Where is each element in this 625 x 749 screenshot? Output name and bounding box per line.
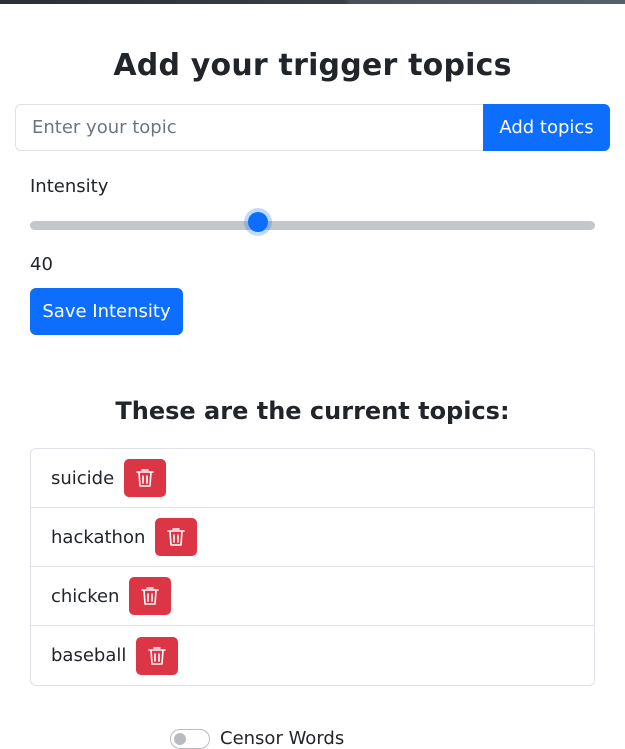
delete-topic-button[interactable]: [155, 518, 198, 556]
topic-input[interactable]: [15, 104, 483, 151]
topic-label: chicken: [51, 585, 120, 607]
delete-topic-button[interactable]: [129, 577, 172, 615]
toggle-knob: [174, 732, 186, 745]
trash-icon: [148, 646, 167, 665]
topic-item: hackathon: [31, 508, 594, 567]
add-topics-button[interactable]: Add topics: [483, 104, 610, 151]
intensity-value: 40: [30, 254, 53, 275]
topic-label: baseball: [51, 645, 127, 666]
topic-input-group: Add topics: [15, 104, 610, 151]
page-title: Add your trigger topics: [113, 48, 512, 83]
trash-icon: [141, 587, 160, 605]
topic-item: baseball: [31, 626, 594, 685]
topic-item: chicken: [31, 567, 594, 626]
intensity-slider-track[interactable]: [30, 221, 595, 230]
censor-words-toggle[interactable]: [170, 728, 210, 749]
trash-icon: [167, 528, 186, 546]
topic-label: hackathon: [51, 526, 146, 548]
censor-words-label: Censor Words: [220, 728, 345, 749]
delete-topic-button[interactable]: [124, 459, 167, 497]
censor-words-toggle-row: Censor Words: [170, 728, 344, 749]
topic-label: suicide: [51, 467, 115, 489]
browser-top-bar: [0, 0, 625, 4]
intensity-label: Intensity: [30, 176, 109, 197]
topic-list: suicide hackathon chicken baseball: [30, 448, 595, 686]
intensity-slider-thumb[interactable]: [248, 212, 268, 232]
save-intensity-button[interactable]: Save Intensity: [30, 288, 183, 335]
delete-topic-button[interactable]: [136, 636, 179, 675]
current-topics-heading: These are the current topics:: [115, 397, 510, 425]
trash-icon: [136, 469, 154, 487]
topic-item: suicide: [31, 449, 594, 508]
